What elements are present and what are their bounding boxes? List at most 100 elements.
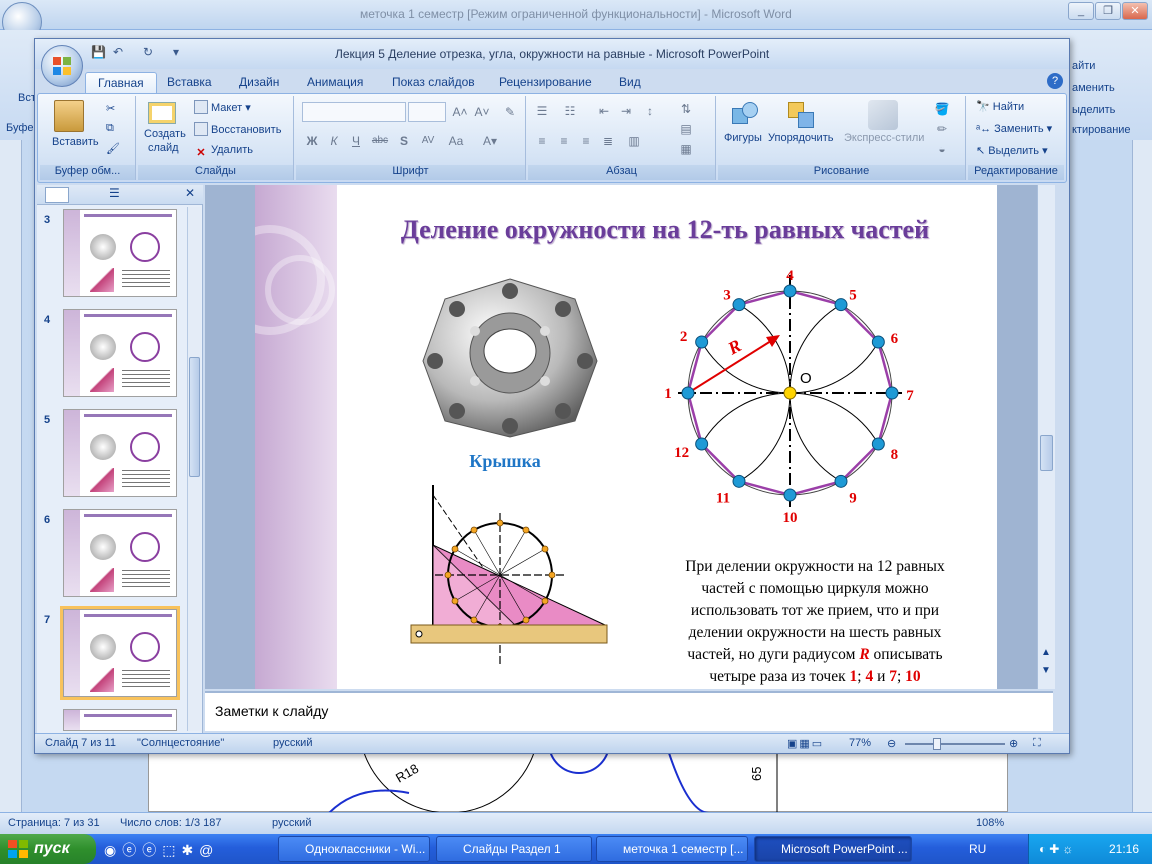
- shapes-button[interactable]: Фигуры: [724, 132, 762, 144]
- word-vertical-scrollbar[interactable]: [1132, 140, 1152, 812]
- font-size-combo[interactable]: [408, 102, 446, 122]
- undo-icon[interactable]: ↶: [113, 45, 123, 63]
- start-button[interactable]: пуск: [0, 834, 96, 864]
- tab-home[interactable]: Главная: [85, 72, 157, 93]
- theme-name[interactable]: "Солнцестояние": [137, 737, 224, 749]
- panel-close-icon[interactable]: ✕: [185, 186, 195, 200]
- zoom-slider-thumb[interactable]: [933, 738, 941, 750]
- slide-thumbnail[interactable]: 7: [44, 606, 180, 700]
- slide-vertical-scrollbar[interactable]: ▲ ▼: [1037, 185, 1055, 689]
- word-select-partial[interactable]: ыделить: [1072, 104, 1115, 116]
- font-name-combo[interactable]: [302, 102, 406, 122]
- new-slide-button-line2[interactable]: слайд: [148, 142, 179, 154]
- help-icon[interactable]: ?: [1047, 73, 1063, 89]
- fit-to-window-icon[interactable]: ⛶: [1033, 737, 1041, 750]
- arrange-icon[interactable]: [788, 102, 816, 128]
- smartart-icon[interactable]: ▦: [676, 140, 696, 158]
- tab-review[interactable]: Рецензирование: [487, 72, 604, 93]
- ppt-office-button[interactable]: [41, 45, 83, 87]
- new-slide-icon[interactable]: [148, 102, 176, 124]
- shapes-icon[interactable]: [732, 102, 760, 128]
- language-indicator[interactable]: русский: [273, 737, 312, 749]
- word-find-partial[interactable]: айти: [1072, 60, 1095, 72]
- align-center-icon[interactable]: ≡: [554, 132, 574, 150]
- bullets-icon[interactable]: ☰: [532, 102, 552, 120]
- panel-scroll-thumb[interactable]: [189, 357, 200, 477]
- zoom-level[interactable]: 77%: [849, 737, 871, 749]
- redo-icon[interactable]: ↻: [143, 45, 153, 63]
- slide-thumbnail[interactable]: 3: [44, 209, 177, 297]
- word-zoom-level[interactable]: 108%: [976, 817, 1004, 829]
- select-button[interactable]: ↖ Выделить ▾: [976, 144, 1048, 157]
- slide-title[interactable]: Деление окружности на 12-ть равных часте…: [345, 215, 985, 245]
- slide-thumbnail[interactable]: 4: [44, 309, 177, 397]
- task-powerpoint[interactable]: Microsoft PowerPoint ...: [754, 836, 912, 862]
- format-painter-icon[interactable]: 🖌: [106, 142, 120, 155]
- paste-icon[interactable]: [54, 100, 84, 132]
- reset-button[interactable]: Восстановить: [194, 122, 281, 136]
- word-word-count[interactable]: Число слов: 1/3 187: [120, 817, 222, 829]
- word-close-button[interactable]: ✕: [1122, 2, 1148, 20]
- columns-icon[interactable]: ▥: [624, 132, 644, 150]
- tab-view[interactable]: Вид: [607, 72, 653, 93]
- quick-launch-icons[interactable]: ◉ⓔⓔ⬚✱@: [104, 840, 219, 860]
- delete-slide-button[interactable]: ✕ Удалить: [194, 144, 253, 160]
- slides-tab-icon[interactable]: [45, 187, 69, 203]
- numbering-icon[interactable]: ☷: [560, 102, 580, 120]
- align-text-icon[interactable]: ▤: [676, 120, 696, 138]
- cover-image[interactable]: [415, 271, 605, 441]
- new-slide-button[interactable]: Создать: [144, 128, 186, 140]
- quick-styles-icon[interactable]: [868, 100, 898, 130]
- tray-icons[interactable]: ◐✚☼: [1039, 842, 1076, 856]
- align-right-icon[interactable]: ≡: [576, 132, 596, 150]
- task-word-document[interactable]: меточка 1 семестр [...: [596, 836, 748, 862]
- justify-icon[interactable]: ≣: [598, 132, 618, 150]
- notes-pane[interactable]: Заметки к слайду: [205, 691, 1053, 731]
- word-language[interactable]: русский: [272, 817, 311, 829]
- tab-insert[interactable]: Вставка: [155, 72, 224, 93]
- cover-caption[interactable]: Крышка: [445, 451, 565, 472]
- char-spacing-button[interactable]: AV: [418, 132, 438, 150]
- zoom-in-icon[interactable]: ⊕: [1009, 737, 1018, 750]
- cut-icon[interactable]: ✂: [106, 102, 115, 115]
- arrange-button[interactable]: Упорядочить: [768, 132, 833, 144]
- copy-icon[interactable]: ⧉: [106, 122, 114, 135]
- slide-scroll-thumb[interactable]: [1040, 435, 1053, 471]
- line-spacing-icon[interactable]: ↕: [640, 102, 660, 120]
- strikethrough-button[interactable]: abc: [370, 132, 390, 150]
- font-color-icon[interactable]: A▾: [480, 132, 500, 150]
- next-slide-icon[interactable]: ▼: [1041, 665, 1051, 676]
- word-replace-partial[interactable]: аменить: [1072, 82, 1115, 94]
- find-button[interactable]: 🔭 Найти: [976, 100, 1024, 113]
- clipboard-group-label[interactable]: Буфер обм...: [40, 165, 135, 180]
- underline-button[interactable]: Ч: [346, 132, 366, 150]
- word-minimize-button[interactable]: _: [1068, 2, 1094, 20]
- shape-outline-icon[interactable]: ✏: [932, 120, 952, 138]
- shape-effects-icon[interactable]: ◒: [932, 140, 952, 158]
- shadow-button[interactable]: S: [394, 132, 414, 150]
- text-direction-icon[interactable]: ⇅: [676, 100, 696, 118]
- slide-thumbnail[interactable]: 8: [63, 709, 177, 731]
- replace-button[interactable]: ᵃ↔ Заменить ▾: [976, 122, 1052, 135]
- tab-slideshow[interactable]: Показ слайдов: [380, 72, 487, 93]
- increase-indent-icon[interactable]: ⇥: [616, 102, 636, 120]
- outline-tab-icon[interactable]: ☰: [109, 186, 120, 200]
- word-maximize-button[interactable]: ❐: [1095, 2, 1121, 20]
- bold-button[interactable]: Ж: [302, 132, 322, 150]
- italic-button[interactable]: К: [324, 132, 344, 150]
- quick-styles-button[interactable]: Экспресс-стили: [844, 132, 924, 144]
- shape-fill-icon[interactable]: 🪣: [932, 100, 952, 118]
- clear-format-icon[interactable]: ✎: [500, 103, 520, 121]
- layout-button[interactable]: Макет ▾: [194, 100, 251, 114]
- zoom-slider[interactable]: [905, 743, 1005, 745]
- decrease-indent-icon[interactable]: ⇤: [594, 102, 614, 120]
- slide-thumbnail[interactable]: 5: [44, 409, 177, 497]
- paste-button[interactable]: Вставить: [52, 136, 99, 148]
- slide-thumbnail[interactable]: 6: [44, 509, 177, 597]
- triangle-construction-diagram[interactable]: [405, 475, 625, 675]
- notes-placeholder[interactable]: Заметки к слайду: [215, 703, 328, 719]
- slide-body-text[interactable]: При делении окружности на 12 равных част…: [665, 556, 965, 688]
- word-page-status[interactable]: Страница: 7 из 31: [8, 817, 100, 829]
- circle-diagram[interactable]: RO123456789101112: [635, 265, 935, 525]
- align-left-icon[interactable]: ≡: [532, 132, 552, 150]
